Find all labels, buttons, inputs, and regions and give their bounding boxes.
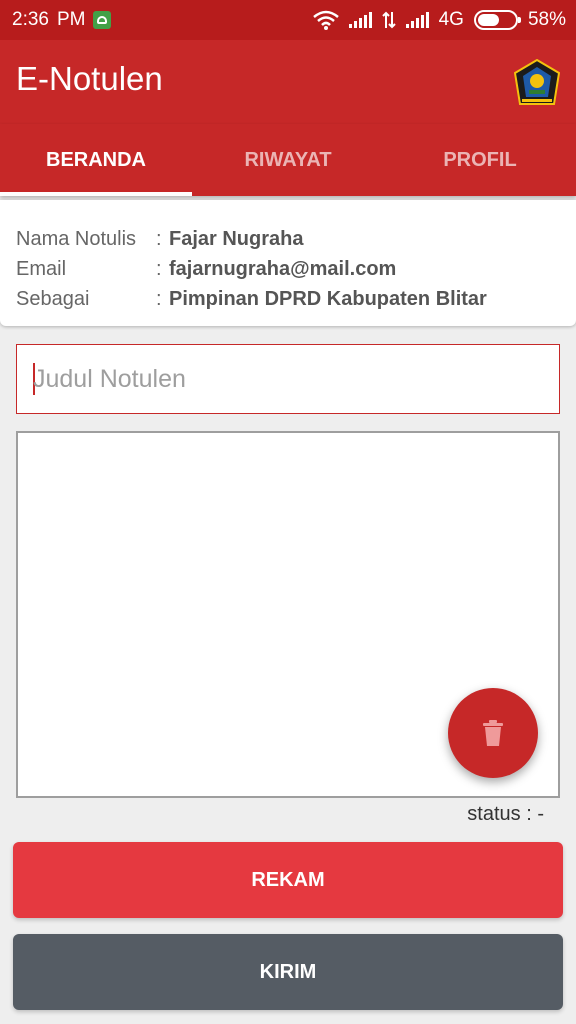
delete-button[interactable] xyxy=(448,688,538,778)
title-input[interactable]: Judul Notulen xyxy=(16,344,560,414)
email-value: fajarnugraha@mail.com xyxy=(169,257,397,280)
status-ampm: PM xyxy=(56,9,86,30)
tab-profil[interactable]: PROFIL xyxy=(384,124,576,196)
signal-icon-2 xyxy=(405,12,429,28)
send-button[interactable]: KIRIM xyxy=(13,934,563,1010)
info-separator: : xyxy=(156,227,162,250)
status-bar: 2:36 PM 4G 58% xyxy=(0,0,576,40)
recording-status: status : - xyxy=(467,803,544,825)
battery-icon xyxy=(473,10,521,30)
title-placeholder: Judul Notulen xyxy=(33,364,186,393)
wifi-icon xyxy=(312,10,339,30)
info-row-role: Sebagai : Pimpinan DPRD Kabupaten Blitar xyxy=(16,284,560,314)
android-notification-icon xyxy=(93,11,112,29)
data-transfer-icon xyxy=(381,11,396,29)
name-value: Fajar Nugraha xyxy=(169,227,304,250)
record-button[interactable]: REKAM xyxy=(13,842,563,918)
info-row-email: Email : fajarnugraha@mail.com xyxy=(16,254,560,284)
regency-emblem-icon xyxy=(514,59,560,105)
tab-riwayat[interactable]: RIWAYAT xyxy=(192,124,384,196)
status-left: 2:36 PM xyxy=(12,9,112,31)
name-label: Nama Notulis xyxy=(16,227,137,250)
status-time: 2:36 xyxy=(12,9,49,30)
status-right: 4G 58% xyxy=(312,9,566,31)
info-separator: : xyxy=(156,287,162,310)
role-value: Pimpinan DPRD Kabupaten Blitar xyxy=(169,287,487,310)
signal-icon xyxy=(348,12,372,28)
role-label: Sebagai xyxy=(16,287,90,310)
app-bar: E-Notulen xyxy=(0,40,576,124)
info-separator: : xyxy=(156,257,162,280)
user-info-card: Nama Notulis : Fajar Nugraha Email : faj… xyxy=(0,200,576,326)
info-row-name: Nama Notulis : Fajar Nugraha xyxy=(16,224,560,254)
email-label: Email xyxy=(16,257,67,280)
trash-icon xyxy=(483,720,503,746)
tab-bar: BERANDA RIWAYAT PROFIL xyxy=(0,124,576,196)
battery-percent: 58% xyxy=(527,9,566,30)
tab-beranda[interactable]: BERANDA xyxy=(0,124,192,196)
app-title: E-Notulen xyxy=(16,60,163,97)
network-type: 4G xyxy=(438,9,464,30)
